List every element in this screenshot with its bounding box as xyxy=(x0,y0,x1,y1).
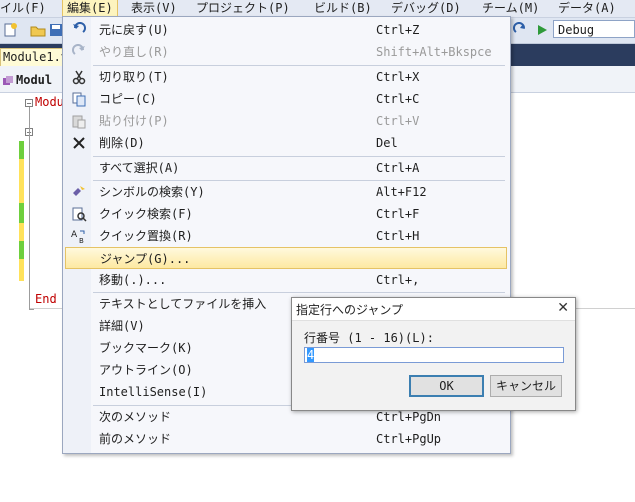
menu-item-navigate-to[interactable]: 移動(.)... Ctrl+, xyxy=(65,269,507,291)
menu-item-shortcut: Ctrl+Z xyxy=(376,23,420,37)
menu-item-label: アウトライン(O) xyxy=(99,363,193,377)
code-line-module: Modu xyxy=(35,95,64,109)
menu-item-paste[interactable]: 貼り付け(P) Ctrl+V xyxy=(65,110,507,132)
menu-item-label: クイック置換(R) xyxy=(99,229,193,243)
menu-item-label: 次のメソッド xyxy=(99,410,172,424)
ok-button[interactable]: OK xyxy=(409,375,484,397)
menu-item-label: 元に戻す(U) xyxy=(99,23,169,37)
cut-icon xyxy=(72,70,86,85)
solution-config-combo[interactable]: Debug xyxy=(553,20,635,38)
menu-item-quick-replace[interactable]: A B クイック置換(R) Ctrl+H xyxy=(65,225,507,247)
change-bar-saved xyxy=(19,141,24,159)
menu-item-label: 移動(.)... xyxy=(99,273,167,287)
change-bar-saved-2 xyxy=(19,203,24,223)
outline-line xyxy=(29,107,30,309)
paste-icon xyxy=(72,115,86,129)
menu-item-shortcut: Ctrl+C xyxy=(376,92,420,106)
menu-item-previous-method[interactable]: 前のメソッド Ctrl+PgUp xyxy=(65,428,507,450)
open-folder-icon[interactable] xyxy=(30,22,46,38)
menu-item-label: ブックマーク(K) xyxy=(99,341,193,355)
menu-item-select-all[interactable]: すべて選択(A) Ctrl+A xyxy=(65,157,507,179)
change-bar-unsaved-3 xyxy=(19,259,24,281)
new-project-icon[interactable] xyxy=(2,22,18,38)
menu-item-shortcut: Ctrl+, xyxy=(376,273,420,287)
change-bar-unsaved-2 xyxy=(19,223,24,241)
close-icon[interactable]: ✕ xyxy=(557,300,569,316)
collapse-module-toggle[interactable]: − xyxy=(25,99,33,108)
outline-end xyxy=(29,309,34,310)
menu-item-label: やり直し(R) xyxy=(99,45,169,59)
menu-item-shortcut: Alt+F12 xyxy=(376,185,427,199)
menu-file[interactable]: イル(F) xyxy=(0,0,46,17)
line-number-input[interactable]: 4 xyxy=(304,347,564,363)
menu-item-label: すべて選択(A) xyxy=(99,161,180,175)
redo-icon xyxy=(72,44,85,55)
menu-data[interactable]: データ(A) xyxy=(558,0,616,17)
menu-item-shortcut: Ctrl+V xyxy=(376,114,420,128)
menu-item-redo[interactable]: やり直し(R) Shift+Alt+Bkspce xyxy=(65,41,507,63)
menu-item-label: クイック検索(F) xyxy=(99,207,193,221)
menu-item-label: 前のメソッド xyxy=(99,432,172,446)
menu-item-shortcut: Del xyxy=(376,136,398,150)
find-symbol-icon xyxy=(73,186,85,196)
menu-item-label: 詳細(V) xyxy=(99,319,145,333)
menu-item-delete[interactable]: 削除(D) Del xyxy=(65,132,507,154)
menu-item-label: シンボルの検索(Y) xyxy=(99,185,205,199)
svg-text:B: B xyxy=(79,237,84,244)
menu-item-label: コピー(C) xyxy=(99,92,157,106)
quick-replace-icon: A B xyxy=(71,230,85,244)
svg-text:A: A xyxy=(71,230,78,240)
menu-view[interactable]: 表示(V) xyxy=(131,0,177,17)
menu-item-find-symbol[interactable]: シンボルの検索(Y) Alt+F12 xyxy=(65,181,507,203)
menu-item-copy[interactable]: コピー(C) Ctrl+C xyxy=(65,88,507,110)
menu-item-label: 削除(D) xyxy=(99,136,145,150)
undo-icon xyxy=(73,22,86,33)
line-number-value: 4 xyxy=(307,348,315,362)
quick-find-icon xyxy=(72,207,87,222)
tab-module1[interactable]: Module1.v xyxy=(0,48,70,66)
menu-item-undo[interactable]: 元に戻す(U) Ctrl+Z xyxy=(65,19,507,41)
menu-item-shortcut: Ctrl+PgUp xyxy=(376,432,442,446)
menu-item-cut[interactable]: 切り取り(T) Ctrl+X xyxy=(65,66,507,88)
dialog-title-bar[interactable]: 指定行へのジャンプ ✕ xyxy=(292,298,575,321)
menu-build[interactable]: ビルド(B) xyxy=(314,0,372,17)
redo-toolbar-icon[interactable] xyxy=(512,22,528,38)
goto-line-dialog: 指定行へのジャンプ ✕ 行番号 (1 - 16)(L): 4 OK キャンセル xyxy=(291,297,576,411)
menu-item-label: ジャンプ(G)... xyxy=(100,252,191,266)
menu-item-shortcut: Ctrl+A xyxy=(376,161,420,175)
menu-item-shortcut: Ctrl+H xyxy=(376,229,420,243)
menu-item-label: 貼り付け(P) xyxy=(99,114,169,128)
dialog-title: 指定行へのジャンプ xyxy=(296,303,404,317)
delete-icon xyxy=(73,137,85,149)
menu-item-shortcut: Ctrl+X xyxy=(376,70,420,84)
start-debug-icon[interactable] xyxy=(534,22,550,38)
menu-item-quick-find[interactable]: クイック検索(F) Ctrl+F xyxy=(65,203,507,225)
menu-item-goto[interactable]: ジャンプ(G)... xyxy=(65,247,507,269)
menu-item-label: IntelliSense(I) xyxy=(99,385,208,399)
code-line-end: End xyxy=(35,292,57,306)
module-icon xyxy=(3,76,13,85)
menu-team[interactable]: チーム(M) xyxy=(482,0,539,17)
change-bar-unsaved xyxy=(19,159,24,203)
change-bar-saved-3 xyxy=(19,241,24,259)
menu-item-shortcut: Shift+Alt+Bkspce xyxy=(376,45,492,59)
menu-item-shortcut: Ctrl+F xyxy=(376,207,420,221)
menu-item-label: テキストとしてファイルを挿入 xyxy=(99,297,267,311)
cancel-button[interactable]: キャンセル xyxy=(490,375,562,397)
menu-debug[interactable]: デバッグ(D) xyxy=(391,0,461,17)
menu-project[interactable]: プロジェクト(P) xyxy=(196,0,290,17)
menu-item-label: 切り取り(T) xyxy=(99,70,169,84)
line-number-label: 行番号 (1 - 16)(L): xyxy=(304,331,434,345)
copy-icon xyxy=(72,92,86,107)
